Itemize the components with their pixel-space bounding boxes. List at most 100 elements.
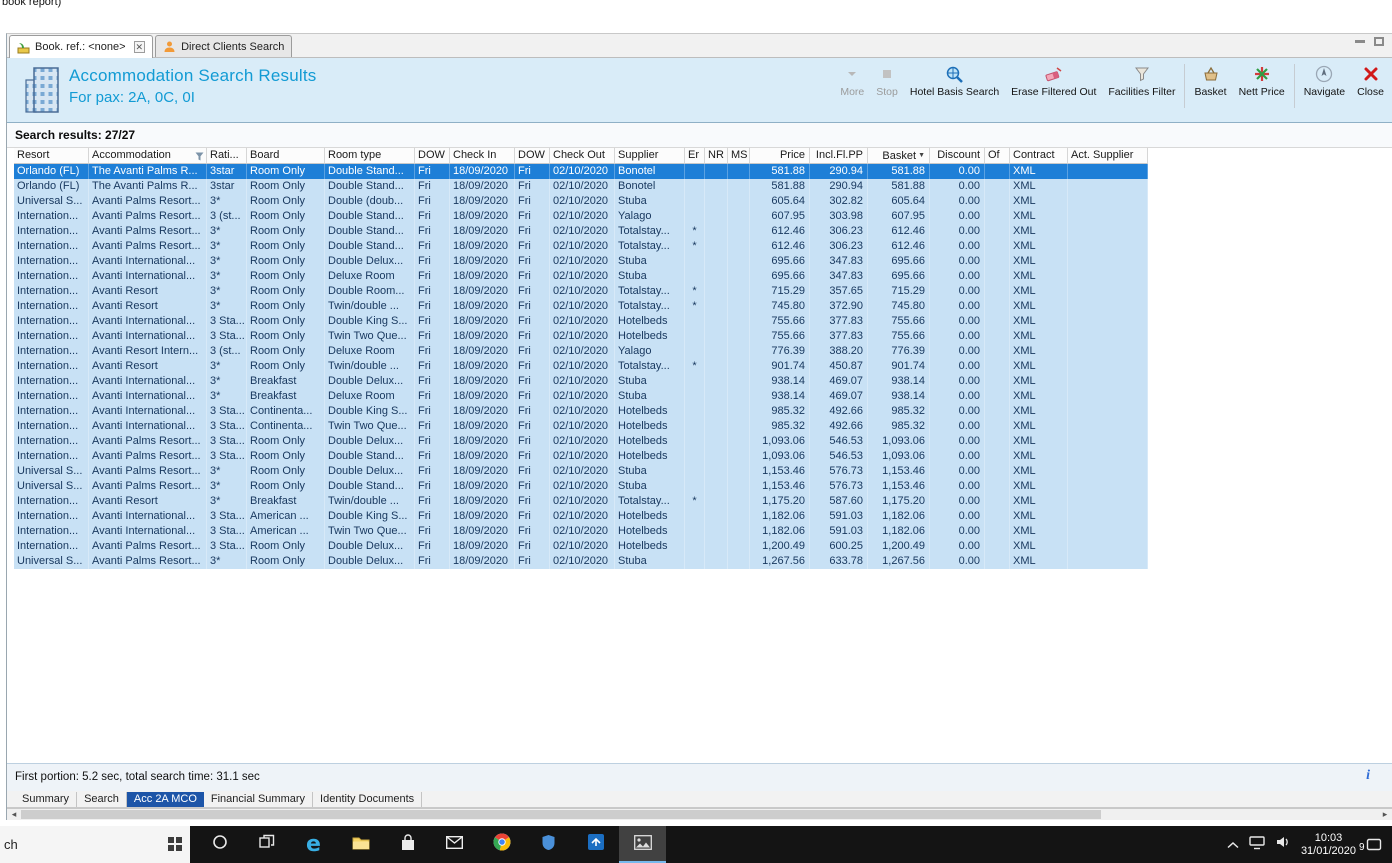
bottom-tab-summary[interactable]: Summary bbox=[15, 791, 78, 807]
show-hidden-icons-chevron[interactable] bbox=[1227, 836, 1239, 854]
start-button-icon[interactable] bbox=[168, 837, 182, 856]
action-center-icon[interactable]: 9 bbox=[1359, 837, 1382, 853]
cell-ms bbox=[728, 374, 750, 389]
restore-button[interactable] bbox=[1374, 37, 1384, 46]
minimize-button[interactable] bbox=[1355, 40, 1365, 43]
cell-rati: 3 Sta... bbox=[207, 329, 247, 344]
column-header-ms[interactable]: MS bbox=[728, 148, 750, 164]
taskbar-shield-button[interactable] bbox=[525, 826, 572, 863]
table-row[interactable]: Orlando (FL) The Avanti Palms R... 3star Ro… bbox=[14, 179, 1148, 194]
cell-dow: Fri bbox=[515, 494, 550, 509]
table-row[interactable]: Internation... Avanti International... 3* R… bbox=[14, 269, 1148, 284]
info-icon[interactable]: i bbox=[1366, 768, 1370, 784]
filter-icon[interactable] bbox=[195, 151, 204, 163]
bottom-tab-identity-documents[interactable]: Identity Documents bbox=[313, 791, 423, 807]
cell-act-supplier bbox=[1068, 359, 1148, 374]
taskbar-task-view-button[interactable] bbox=[243, 826, 290, 863]
taskbar-file-explorer-button[interactable] bbox=[337, 826, 384, 863]
table-row[interactable]: Internation... Avanti International... 3* B… bbox=[14, 374, 1148, 389]
taskbar-edge-button[interactable]: e bbox=[290, 826, 337, 863]
table-row[interactable]: Universal S... Avanti Palms Resort... 3* Ro… bbox=[14, 194, 1148, 209]
tab-direct-clients-search[interactable]: Direct Clients Search bbox=[155, 35, 293, 57]
cell-accommodation: Avanti Palms Resort... bbox=[89, 464, 207, 479]
taskbar-photos-button[interactable] bbox=[619, 826, 666, 863]
table-row[interactable]: Internation... Avanti International... 3 S… bbox=[14, 509, 1148, 524]
table-row[interactable]: Internation... Avanti Resort Intern... 3 (… bbox=[14, 344, 1148, 359]
cell-discount: 0.00 bbox=[930, 479, 985, 494]
tab-book-ref-none[interactable]: Book. ref.: <none> ✕ bbox=[9, 35, 154, 58]
column-header-board[interactable]: Board bbox=[247, 148, 325, 164]
table-row[interactable]: Internation... Avanti International... 3* B… bbox=[14, 389, 1148, 404]
column-header-contract[interactable]: Contract bbox=[1010, 148, 1068, 164]
table-row[interactable]: Internation... Avanti Resort 3* Room Only Tw… bbox=[14, 359, 1148, 374]
column-header-er[interactable]: Er bbox=[685, 148, 705, 164]
bottom-tab-acc-2a-mco[interactable]: Acc 2A MCO bbox=[126, 791, 204, 807]
column-header-supplier[interactable]: Supplier bbox=[615, 148, 685, 164]
cell-supplier: Totalstay... bbox=[615, 239, 685, 254]
taskbar-chrome-button[interactable] bbox=[478, 826, 525, 863]
table-row[interactable]: Internation... Avanti Resort 3* Breakfast Tw… bbox=[14, 494, 1148, 509]
table-row[interactable]: Internation... Avanti International... 3 S… bbox=[14, 329, 1148, 344]
volume-icon[interactable] bbox=[1275, 835, 1291, 854]
scroll-right-arrow-icon[interactable]: ▸ bbox=[1378, 809, 1392, 820]
table-row[interactable]: Internation... Avanti International... 3 S… bbox=[14, 314, 1148, 329]
table-row[interactable]: Universal S... Avanti Palms Resort... 3* Ro… bbox=[14, 554, 1148, 569]
table-row[interactable]: Internation... Avanti Palms Resort... 3 St… bbox=[14, 449, 1148, 464]
column-header-incl-fl-pp[interactable]: Incl.Fl.PP bbox=[810, 148, 868, 164]
table-row[interactable]: Internation... Avanti Palms Resort... 3 St… bbox=[14, 434, 1148, 449]
toolbar-nett-price-button[interactable]: Nett Price bbox=[1233, 61, 1291, 98]
table-row[interactable]: Internation... Avanti Palms Resort... 3* Ro… bbox=[14, 239, 1148, 254]
column-header-dow[interactable]: DOW bbox=[515, 148, 550, 164]
table-row[interactable]: Internation... Avanti Palms Resort... 3 St… bbox=[14, 539, 1148, 554]
network-icon[interactable] bbox=[1249, 835, 1265, 855]
column-header-room-type[interactable]: Room type bbox=[325, 148, 415, 164]
column-header-nr[interactable]: NR bbox=[705, 148, 728, 164]
taskbar-cortana-button[interactable] bbox=[196, 826, 243, 863]
taskbar-store-button[interactable] bbox=[384, 826, 431, 863]
taskbar-mail-button[interactable] bbox=[431, 826, 478, 863]
cell-nr bbox=[705, 164, 728, 179]
table-row[interactable]: Internation... Avanti International... 3 S… bbox=[14, 419, 1148, 434]
column-header-act-supplier[interactable]: Act. Supplier bbox=[1068, 148, 1148, 164]
scroll-thumb[interactable] bbox=[21, 810, 1101, 819]
table-row[interactable]: Internation... Avanti Resort 3* Room Only Do… bbox=[14, 284, 1148, 299]
bottom-tab-search[interactable]: Search bbox=[77, 791, 127, 807]
column-header-dow[interactable]: DOW bbox=[415, 148, 450, 164]
table-row[interactable]: Internation... Avanti International... 3 S… bbox=[14, 524, 1148, 539]
cell-nr bbox=[705, 494, 728, 509]
column-header-of[interactable]: Of bbox=[985, 148, 1010, 164]
taskbar-search-box[interactable]: ch bbox=[0, 826, 190, 863]
taskbar-app-arrow-button[interactable] bbox=[572, 826, 619, 863]
toolbar-navigate-button[interactable]: Navigate bbox=[1298, 61, 1351, 98]
column-header-basket[interactable]: Basket ▼ bbox=[868, 148, 930, 164]
horizontal-scrollbar[interactable]: ◂ ▸ bbox=[7, 808, 1392, 820]
table-row[interactable]: Internation... Avanti Resort 3* Room Only Tw… bbox=[14, 299, 1148, 314]
column-header-accommodation[interactable]: Accommodation bbox=[89, 148, 207, 164]
table-row[interactable]: Internation... Avanti Palms Resort... 3* Ro… bbox=[14, 224, 1148, 239]
column-header-resort[interactable]: Resort bbox=[14, 148, 89, 164]
column-header-rati[interactable]: Rati... bbox=[207, 148, 247, 164]
scroll-left-arrow-icon[interactable]: ◂ bbox=[7, 809, 21, 820]
table-row[interactable]: Orlando (FL) The Avanti Palms R... 3star Ro… bbox=[14, 164, 1148, 179]
column-header-price[interactable]: Price bbox=[750, 148, 810, 164]
toolbar-erase-filtered-out-button[interactable]: Erase Filtered Out bbox=[1005, 61, 1102, 98]
table-row[interactable]: Universal S... Avanti Palms Resort... 3* Ro… bbox=[14, 464, 1148, 479]
bottom-tab-financial-summary[interactable]: Financial Summary bbox=[204, 791, 314, 807]
toolbar-close-button[interactable]: Close bbox=[1351, 61, 1390, 98]
cell-resort: Internation... bbox=[14, 404, 89, 419]
cell-of bbox=[985, 269, 1010, 284]
column-header-check-out[interactable]: Check Out bbox=[550, 148, 615, 164]
table-row[interactable]: Universal S... Avanti Palms Resort... 3* Ro… bbox=[14, 479, 1148, 494]
column-header-discount[interactable]: Discount bbox=[930, 148, 985, 164]
table-row[interactable]: Internation... Avanti International... 3 S… bbox=[14, 404, 1148, 419]
tab-close-icon[interactable]: ✕ bbox=[133, 41, 146, 53]
toolbar-facilities-filter-button[interactable]: Facilities Filter bbox=[1102, 61, 1181, 98]
taskbar-clock[interactable]: 10:03 31/01/2020 bbox=[1301, 832, 1356, 858]
toolbar-hotel-basis-search-button[interactable]: Hotel Basis Search bbox=[904, 61, 1005, 98]
cell-check-in: 18/09/2020 bbox=[450, 389, 515, 404]
table-row[interactable]: Internation... Avanti Palms Resort... 3 (s… bbox=[14, 209, 1148, 224]
column-header-check-in[interactable]: Check In bbox=[450, 148, 515, 164]
table-row[interactable]: Internation... Avanti International... 3* R… bbox=[14, 254, 1148, 269]
toolbar-basket-button[interactable]: Basket bbox=[1188, 61, 1232, 98]
cell-of bbox=[985, 239, 1010, 254]
